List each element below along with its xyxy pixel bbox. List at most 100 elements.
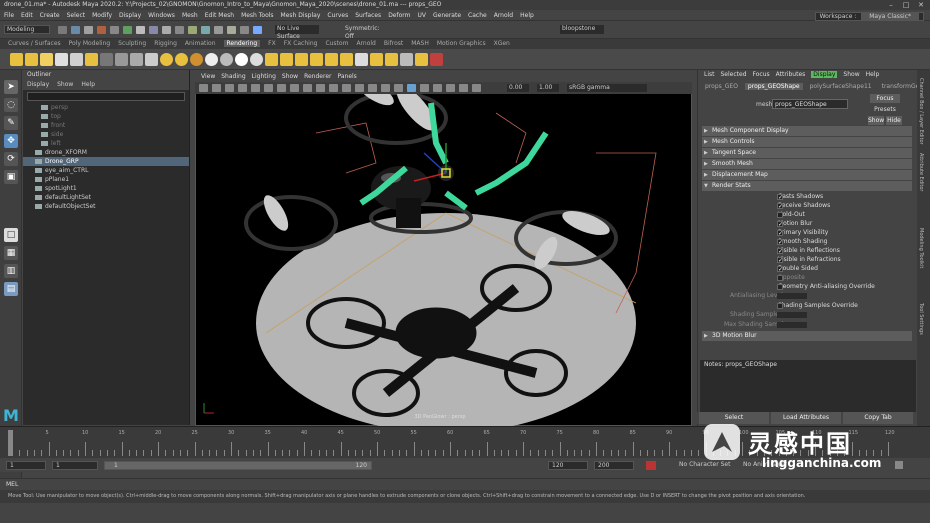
viewport-tool-icon[interactable] [446, 84, 455, 92]
outliner-menu-display[interactable]: Display [27, 81, 49, 88]
end-time-field[interactable]: 120 [548, 461, 588, 470]
viewport-menu-shading[interactable]: Shading [221, 73, 245, 80]
side-tab-modeling-toolkit[interactable]: Modeling Toolkit [918, 228, 929, 298]
ae-menu-help[interactable]: Help [866, 71, 880, 78]
layout-icon[interactable]: ▤ [4, 282, 18, 296]
shelf-tool-icon[interactable] [385, 53, 398, 66]
status-tool-icon[interactable] [71, 26, 80, 34]
status-tool-icon[interactable] [97, 26, 106, 34]
checkbox-motion-blur[interactable]: ✓ Motion Blur [698, 219, 916, 228]
colorspace-dropdown[interactable]: sRGB gamma [567, 84, 647, 92]
checkbox-box[interactable]: ✓ [777, 239, 783, 246]
section-tangent-space[interactable]: Tangent Space [702, 148, 912, 158]
outliner-item[interactable]: defaultObjectSet [23, 202, 189, 211]
menu-mesh-tools[interactable]: Mesh Tools [241, 12, 273, 19]
menu-deform[interactable]: Deform [388, 12, 410, 19]
checkbox-visible-in-refractions[interactable]: ✓ Visible in Refractions [698, 255, 916, 264]
viewport-tool-icon[interactable] [303, 84, 312, 92]
max-shading-field[interactable] [777, 322, 807, 328]
maximize-button[interactable]: □ [899, 0, 913, 10]
shelf-tab-fx[interactable]: FX [268, 40, 276, 47]
status-tool-icon[interactable] [110, 26, 119, 34]
outliner-item[interactable]: pPlane1 [23, 175, 189, 184]
close-button[interactable]: ✕ [914, 0, 928, 10]
section-displacement-map[interactable]: Displacement Map [702, 170, 912, 180]
viewport-tool-icon[interactable] [225, 84, 234, 92]
shelf-tool-icon[interactable] [295, 53, 308, 66]
shelf-tool-icon[interactable] [85, 53, 98, 66]
shelf-tool-icon[interactable] [355, 53, 368, 66]
menu-arnold[interactable]: Arnold [494, 12, 513, 19]
menu-file[interactable]: File [4, 12, 14, 19]
viewport-tool-icon[interactable] [329, 84, 338, 92]
checkbox-box[interactable] [777, 303, 783, 309]
viewport-tool-icon[interactable] [381, 84, 390, 92]
checkbox-box[interactable]: ✓ [777, 248, 783, 255]
shelf-tool-icon[interactable] [310, 53, 323, 66]
viewport-tool-icon[interactable] [316, 84, 325, 92]
shelf-tab-motion-graphics[interactable]: Motion Graphics [437, 40, 486, 47]
side-tab-attribute-editor[interactable]: Attribute Editor [918, 153, 929, 223]
checkbox-box[interactable]: ✓ [777, 230, 783, 237]
single-view-icon[interactable]: □ [4, 228, 18, 242]
checkbox-receive-shadows[interactable]: ✓ Receive Shadows [698, 201, 916, 210]
outliner-item[interactable]: persp [23, 103, 189, 112]
checkbox-casts-shadows[interactable]: ✓ Casts Shadows [698, 192, 916, 201]
paint-select-icon[interactable]: ✎ [4, 116, 18, 130]
presets-button[interactable]: Presets [870, 105, 900, 114]
status-tool-icon[interactable] [162, 26, 171, 34]
shelf-tool-icon[interactable] [280, 53, 293, 66]
shelf-tool-icon[interactable] [265, 53, 278, 66]
shelf-tool-icon[interactable] [190, 53, 203, 66]
minimize-button[interactable]: – [884, 0, 898, 10]
ae-tab-props-geoshape[interactable]: props_GEOShape [744, 83, 803, 90]
shelf-tool-icon[interactable] [55, 53, 68, 66]
shelf-tool-icon[interactable] [145, 53, 158, 66]
viewport-tool-icon[interactable] [290, 84, 299, 92]
ae-menu-focus[interactable]: Focus [753, 71, 770, 78]
viewport-tool-icon[interactable] [472, 84, 481, 92]
checkbox-box[interactable] [777, 284, 783, 290]
shelf-tool-icon[interactable] [370, 53, 383, 66]
section-render-stats[interactable]: Render Stats [702, 181, 912, 191]
status-tool-icon[interactable] [58, 26, 67, 34]
viewport-tool-icon[interactable] [420, 84, 429, 92]
shelf-tool-icon[interactable] [400, 53, 413, 66]
shelf-tool-icon[interactable] [175, 53, 188, 66]
workspace-selector[interactable]: Workspace : Maya Classic* [814, 12, 924, 21]
checkbox-smooth-shading[interactable]: ✓ Smooth Shading [698, 237, 916, 246]
shelf-tool-icon[interactable] [340, 53, 353, 66]
show-button[interactable]: Show [868, 116, 884, 125]
viewport-tool-icon[interactable] [433, 84, 442, 92]
outliner-item[interactable]: front [23, 121, 189, 130]
current-time-field[interactable]: 1 [52, 461, 98, 470]
outliner-item[interactable]: top [23, 112, 189, 121]
viewport-tool-icon[interactable] [264, 84, 273, 92]
checkbox-shading-override[interactable]: Shading Samples Override [698, 301, 916, 310]
status-tool-icon[interactable] [214, 26, 223, 34]
auto-key-icon[interactable] [646, 461, 656, 470]
side-tab-channel-box-layer-editor[interactable]: Channel Box / Layer Editor [918, 78, 929, 148]
outliner-item[interactable]: left [23, 139, 189, 148]
shelf-tool-icon[interactable] [25, 53, 38, 66]
checkbox-hold-out[interactable]: Hold-Out [698, 210, 916, 219]
menu-create[interactable]: Create [40, 12, 60, 19]
checkbox-opposite[interactable]: Opposite [698, 273, 916, 282]
viewport-tool-icon[interactable] [394, 84, 403, 92]
viewport-menu-renderer[interactable]: Renderer [304, 73, 331, 80]
viewport-menu-panels[interactable]: Panels [337, 73, 356, 80]
outliner-item[interactable]: defaultLightSet [23, 193, 189, 202]
live-surface-field[interactable]: No Live Surface [275, 25, 319, 40]
start-time-field[interactable]: 1 [6, 461, 46, 470]
checkbox-box[interactable]: ✓ [777, 221, 783, 228]
ae-menu-display[interactable]: Display [811, 71, 838, 78]
persp-outliner-icon[interactable]: ▥ [4, 264, 18, 278]
ae-menu-show[interactable]: Show [843, 71, 859, 78]
shelf-tool-icon[interactable] [100, 53, 113, 66]
shelf-tool-icon[interactable] [40, 53, 53, 66]
shelf-tab-fx-caching[interactable]: FX Caching [284, 40, 318, 47]
anim-end-field[interactable]: 200 [594, 461, 634, 470]
shelf-tool-icon[interactable] [205, 53, 218, 66]
shelf-tab-animation[interactable]: Animation [185, 40, 216, 47]
shelf-tab-poly-modeling[interactable]: Poly Modeling [69, 40, 111, 47]
